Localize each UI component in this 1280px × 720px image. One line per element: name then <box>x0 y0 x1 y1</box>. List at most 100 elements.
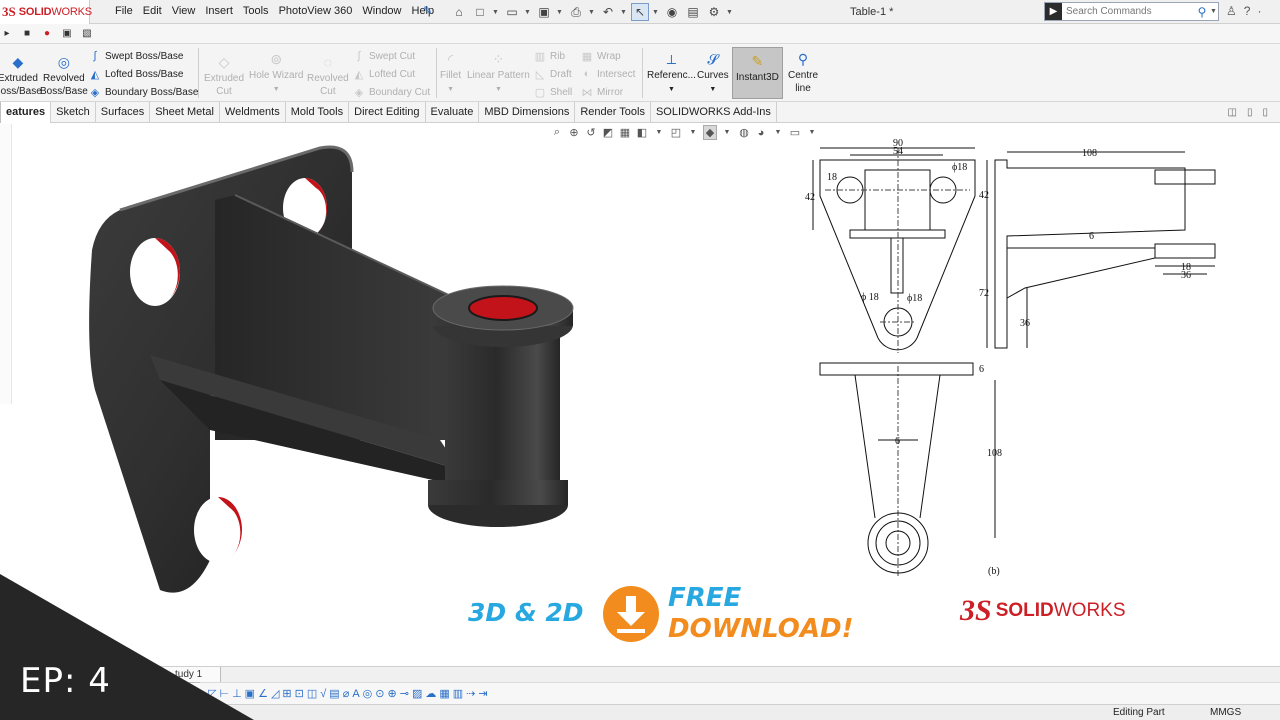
help-icon[interactable]: ? <box>1244 4 1251 18</box>
auto-balloon-icon[interactable]: ⊙ <box>375 687 384 700</box>
undo-icon[interactable]: ↶ <box>599 3 617 21</box>
table-icon[interactable]: ▥ <box>453 687 463 700</box>
chevron-down-icon[interactable]: ▼ <box>805 129 819 136</box>
options-gear-icon[interactable]: ⚙ <box>705 3 723 21</box>
baseline-dimension-icon[interactable]: ⊞ <box>282 687 291 700</box>
weld-symbol-icon[interactable]: ▤ <box>329 687 339 700</box>
tab-mbd-dimensions[interactable]: MBD Dimensions <box>479 102 576 123</box>
tab-direct-editing[interactable]: Direct Editing <box>349 102 426 123</box>
edit-macro-icon[interactable]: ▣ <box>60 28 74 39</box>
tab-mold-tools[interactable]: Mold Tools <box>286 102 350 123</box>
move-annotation-icon[interactable]: ⇢ <box>466 687 475 700</box>
note-icon[interactable]: A <box>352 688 359 700</box>
revolved-cut-button[interactable]: ◌ Revolved Cut <box>307 54 349 98</box>
restore-pane-icon[interactable]: ◫ <box>1228 107 1237 118</box>
centre-line-button[interactable]: ⚲ Centre line <box>788 51 818 95</box>
revision-cloud-icon[interactable]: ☁ <box>425 687 436 700</box>
surface-finish-icon[interactable]: √ <box>320 688 326 700</box>
menu-file[interactable]: File <box>110 5 138 17</box>
mirror-button[interactable]: ⋈ Mirror <box>580 86 624 99</box>
menu-photoview[interactable]: PhotoView 360 <box>274 5 358 17</box>
search-input[interactable]: Search Commands <box>1062 6 1194 17</box>
magnet-line-icon[interactable]: ⇥ <box>478 687 487 700</box>
record-icon[interactable]: ● <box>40 28 54 39</box>
tab-render-tools[interactable]: Render Tools <box>575 102 651 123</box>
user-icon[interactable]: ♙ <box>1226 4 1237 18</box>
chevron-down-icon[interactable]: ▼ <box>726 9 734 16</box>
chevron-down-icon[interactable]: ▼ <box>273 86 280 93</box>
edit-appearance-icon[interactable]: ◍ <box>737 126 751 139</box>
linear-pattern-button[interactable]: ⁘ Linear Pattern ▼ <box>467 51 530 96</box>
chevron-down-icon[interactable]: ▼ <box>771 129 785 136</box>
menu-tools[interactable]: Tools <box>238 5 274 17</box>
rebuild-icon[interactable]: ◉ <box>663 3 681 21</box>
curves-button[interactable]: 𝓢 Curves ▼ <box>697 51 729 96</box>
display-style-icon[interactable]: ◰ <box>669 126 683 139</box>
balloon-icon[interactable]: ◎ <box>363 687 373 700</box>
stop-icon[interactable]: ■ <box>20 28 34 39</box>
download-icon[interactable] <box>602 585 660 643</box>
boundary-cut-button[interactable]: ◈ Boundary Cut <box>352 86 430 99</box>
menu-window[interactable]: Window <box>357 5 406 17</box>
angular-dimension-icon[interactable]: ∠ <box>258 687 268 700</box>
draft-button[interactable]: ◺ Draft <box>533 68 572 81</box>
previous-view-icon[interactable]: ↺ <box>584 126 598 139</box>
play-icon[interactable]: ▸ <box>0 28 14 39</box>
chevron-down-icon[interactable]: ▼ <box>720 129 734 136</box>
home-icon[interactable]: ⌂ <box>450 3 468 21</box>
zoom-to-fit-icon[interactable]: ⌕ <box>550 126 564 139</box>
extruded-cut-button[interactable]: ◇ Extruded Cut <box>204 54 244 98</box>
menu-insert[interactable]: Insert <box>200 5 238 17</box>
open-folder-icon[interactable]: ▭ <box>503 3 521 21</box>
lofted-boss-button[interactable]: ◭ Lofted Boss/Base <box>88 68 184 81</box>
section-view-icon[interactable]: ◩ <box>601 126 615 139</box>
chevron-down-icon[interactable]: ▼ <box>1210 8 1218 15</box>
tab-surfaces[interactable]: Surfaces <box>96 102 151 123</box>
shell-button[interactable]: ▢ Shell <box>533 86 572 99</box>
tab-weldments[interactable]: Weldments <box>220 102 286 123</box>
tab-sketch[interactable]: Sketch <box>51 102 96 123</box>
view-orientation-icon[interactable]: ◧ <box>635 126 649 139</box>
menu-view[interactable]: View <box>167 5 201 17</box>
tab-sheet-metal[interactable]: Sheet Metal <box>150 102 220 123</box>
swept-boss-button[interactable]: ∫ Swept Boss/Base <box>88 50 183 62</box>
chevron-down-icon[interactable]: ▼ <box>495 86 502 93</box>
maximize-pane-icon[interactable]: ▯ <box>1247 107 1253 118</box>
chevron-down-icon[interactable]: ▼ <box>524 9 532 16</box>
extruded-boss-button[interactable]: ◆ Extruded Boss/Base <box>0 54 42 98</box>
intersect-button[interactable]: ◐ Intersect <box>580 68 636 80</box>
instant3d-label-wrap[interactable]: ✎ Instant3D <box>736 53 779 84</box>
chevron-down-icon[interactable]: ▼ <box>652 129 666 136</box>
print-icon[interactable]: ⎙ <box>567 3 585 21</box>
fillet-button[interactable]: ◜ Fillet ▼ <box>440 51 461 96</box>
status-units[interactable]: MMGS <box>1210 707 1241 718</box>
chevron-down-icon[interactable]: ▼ <box>447 86 454 93</box>
zoom-to-area-icon[interactable]: ⊕ <box>567 126 581 139</box>
part-3d-model[interactable] <box>0 140 600 610</box>
chevron-down-icon[interactable]: ▼ <box>709 86 716 93</box>
select-cursor-icon[interactable]: ↖ <box>631 3 649 21</box>
tab-solidworks-add-ins[interactable]: SOLIDWORKS Add-Ins <box>651 102 777 123</box>
reference-geometry-button[interactable]: ⟂ Referenc... ▼ <box>647 51 696 96</box>
save-icon[interactable]: ▣ <box>535 3 553 21</box>
chevron-down-icon[interactable]: ▼ <box>588 9 596 16</box>
chamfer-dimension-icon[interactable]: ◿ <box>271 687 279 700</box>
block-icon[interactable]: ▦ <box>439 687 449 700</box>
split-pane-icon[interactable]: ▯ <box>1262 107 1268 118</box>
area-hatch-icon[interactable]: ▨ <box>412 687 422 700</box>
geometric-tolerance-icon[interactable]: ◫ <box>307 687 317 700</box>
chevron-down-icon[interactable]: ▼ <box>492 9 500 16</box>
wrap-button[interactable]: ▦ Wrap <box>580 50 621 63</box>
chevron-down-icon[interactable]: ▼ <box>686 129 700 136</box>
datum-icon[interactable]: ⊡ <box>295 687 304 700</box>
hole-wizard-button[interactable]: ⊚ Hole Wizard ▼ <box>249 51 303 96</box>
rib-button[interactable]: ▥ Rib <box>533 50 565 63</box>
pin-icon[interactable]: ✎ <box>423 4 432 17</box>
hide-show-items-icon[interactable]: ◆ <box>703 125 717 140</box>
apply-scene-icon[interactable]: ◕ <box>754 127 768 139</box>
lofted-cut-button[interactable]: ◭ Lofted Cut <box>352 68 415 81</box>
file-properties-icon[interactable]: ▤ <box>684 3 702 21</box>
centerline-icon[interactable]: ⊸ <box>400 687 409 700</box>
swept-cut-button[interactable]: ∫ Swept Cut <box>352 50 415 62</box>
dynamic-annotation-icon[interactable]: ▦ <box>618 126 632 139</box>
